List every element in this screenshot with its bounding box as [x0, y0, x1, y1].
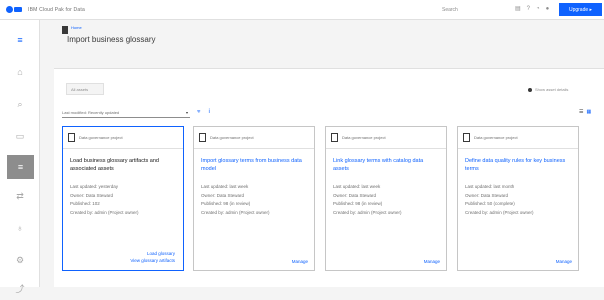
- card-detail: Owner: Data Steward: [201, 192, 245, 198]
- asset-card[interactable]: Data governance project Import glossary …: [193, 126, 315, 271]
- logo-bar-icon: [14, 7, 22, 12]
- toggle-indicator-icon: [528, 87, 532, 92]
- filter-icon-group: ⫧ ⅰ: [197, 109, 210, 115]
- card-header: Data governance project: [63, 127, 183, 149]
- card-title[interactable]: Define data quality rules for key busine…: [465, 157, 571, 183]
- breadcrumb[interactable]: Home: [71, 25, 82, 30]
- page-title: Import business glossary: [67, 35, 156, 44]
- sort-dropdown[interactable]: Last modified: Recently updated ▾: [62, 108, 190, 118]
- filter-icon[interactable]: ⫧: [197, 109, 200, 115]
- search-icon[interactable]: ⌕: [6, 92, 34, 116]
- card-detail: Last updated: last month: [465, 184, 515, 189]
- top-navigation-bar: IBM Cloud Pak for Data Search ▤ ? ◔ ● Up…: [0, 0, 604, 20]
- card-detail: Created by: admin (Project owner): [333, 209, 402, 215]
- card-links: Load glossary View glossary artifacts: [130, 250, 175, 264]
- project-icon: [331, 133, 338, 142]
- logo-mark-icon: [6, 6, 13, 13]
- card-detail: Last updated: last week: [333, 184, 381, 189]
- manage-link[interactable]: Manage: [292, 259, 308, 264]
- card-detail: Last updated: yesterday: [70, 184, 119, 189]
- avatar-icon[interactable]: ●: [546, 6, 550, 12]
- toggle-label: Show asset details: [535, 87, 569, 92]
- card-type-label: Data governance project: [474, 135, 518, 140]
- sort-dropdown-value: Last modified: Recently updated: [62, 110, 120, 115]
- card-detail: Owner: Data Steward: [333, 192, 377, 198]
- card-header: Data governance project: [458, 127, 578, 149]
- menu-icon[interactable]: ≡: [6, 28, 34, 52]
- manage-link[interactable]: Manage: [424, 259, 440, 264]
- flow-icon[interactable]: ⇄: [6, 184, 34, 208]
- asset-card[interactable]: Data governance project Define data qual…: [457, 126, 579, 271]
- top-icon-group: ▤ ? ◔ ●: [515, 6, 549, 12]
- brand-name: IBM Cloud Pak for Data: [28, 6, 85, 13]
- card-detail: Last updated: last week: [201, 184, 249, 189]
- info-icon[interactable]: ⅰ: [208, 109, 210, 115]
- card-detail: Published: 98 (in review): [333, 201, 383, 206]
- chevron-down-icon: ▾: [185, 110, 188, 115]
- project-icon: [199, 133, 206, 142]
- card-type-label: Data governance project: [210, 135, 254, 140]
- view-switcher: ☰ ▦: [579, 109, 591, 115]
- share-icon[interactable]: ⤴: [6, 276, 34, 300]
- settings-icon[interactable]: ⚙: [6, 248, 34, 272]
- card-detail: Owner: Data Steward: [70, 192, 114, 198]
- card-header: Data governance project: [326, 127, 446, 149]
- notification-icon[interactable]: ◔: [536, 6, 540, 12]
- catalog-icon[interactable]: ▤: [515, 6, 521, 12]
- asset-card[interactable]: Data governance project Load business gl…: [62, 126, 184, 271]
- product-logo[interactable]: [6, 6, 22, 13]
- grid-icon[interactable]: ▦: [586, 109, 591, 115]
- list-icon[interactable]: ☰: [579, 109, 583, 115]
- asset-card[interactable]: Data governance project Link glossary te…: [325, 126, 447, 271]
- card-type-label: Data governance project: [342, 135, 386, 140]
- card-header: Data governance project: [194, 127, 314, 149]
- left-sidebar: ≡ ⌂ ⌕ ▭ ≡ ⇄ ♁ ⚙ ⤴: [0, 20, 40, 294]
- upgrade-button[interactable]: Upgrade ▸: [559, 3, 602, 16]
- key-icon[interactable]: ♁: [6, 216, 34, 240]
- card-type-label: Data governance project: [79, 135, 123, 140]
- card-detail: Published: 50 (complete): [465, 201, 515, 206]
- project-icon: [62, 26, 68, 34]
- card-title[interactable]: Load business glossary artifacts and ass…: [70, 157, 176, 183]
- manage-link[interactable]: Manage: [556, 259, 572, 264]
- asset-details-toggle[interactable]: Show asset details: [528, 87, 568, 92]
- tab-all-assets[interactable]: All assets: [66, 83, 104, 95]
- card-detail: Published: 102: [70, 201, 100, 206]
- help-icon[interactable]: ?: [527, 6, 530, 12]
- card-detail: Created by: admin (Project owner): [201, 209, 270, 215]
- card-detail: Owner: Data Steward: [465, 192, 509, 198]
- project-icon: [463, 133, 470, 142]
- card-title[interactable]: Link glossary terms with catalog data as…: [333, 157, 439, 183]
- card-title[interactable]: Import glossary terms from business data…: [201, 157, 307, 183]
- load-glossary-link[interactable]: Load glossary: [130, 250, 175, 257]
- top-search-label[interactable]: Search: [442, 7, 458, 13]
- project-icon: [68, 133, 75, 142]
- card-detail: Created by: admin (Project owner): [465, 209, 534, 215]
- card-detail: Published: 98 (in review): [201, 201, 251, 206]
- document-icon[interactable]: ≡: [7, 155, 34, 179]
- comment-icon[interactable]: ▭: [6, 124, 34, 148]
- view-artifacts-link[interactable]: View glossary artifacts: [130, 257, 175, 264]
- home-icon[interactable]: ⌂: [6, 60, 34, 84]
- card-detail: Created by: admin (Project owner): [70, 209, 139, 215]
